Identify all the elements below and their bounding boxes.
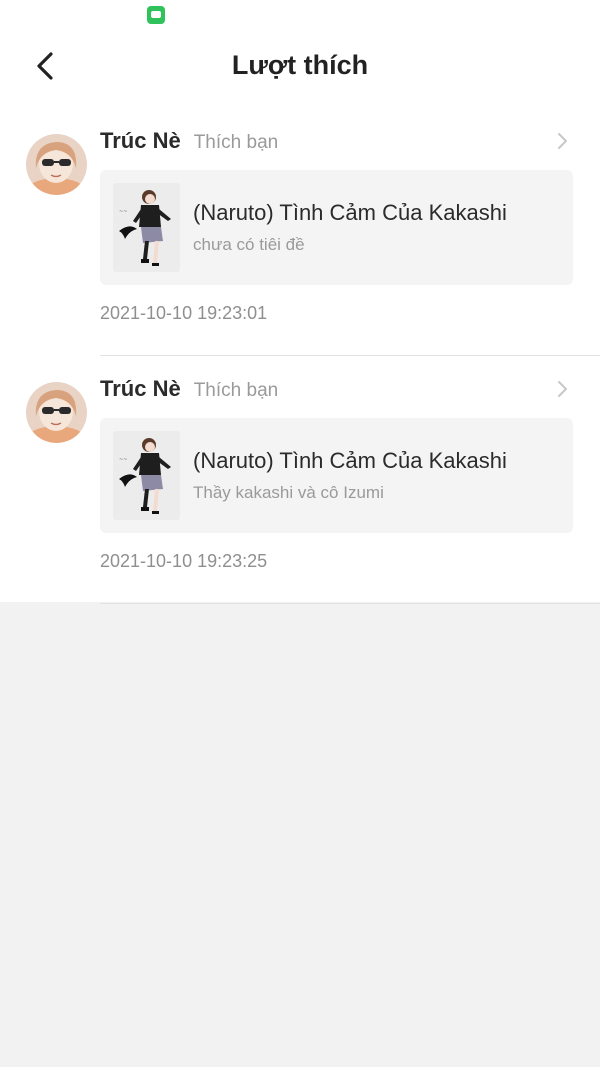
divider bbox=[100, 603, 600, 604]
status-bar bbox=[0, 0, 600, 30]
list-item[interactable]: Trúc Nè Thích bạn ~~ (Naruto) Tình Cảm C… bbox=[0, 356, 600, 604]
avatar[interactable] bbox=[26, 134, 87, 195]
post-thumbnail: ~~ bbox=[113, 431, 180, 520]
anime-illustration: ~~ bbox=[113, 183, 180, 272]
chevron-right-icon[interactable] bbox=[554, 378, 570, 400]
post-title: (Naruto) Tình Cảm Của Kakashi bbox=[193, 200, 507, 225]
post-title: (Naruto) Tình Cảm Của Kakashi bbox=[193, 448, 507, 473]
post-description: Thầy kakashi và cô Izumi bbox=[193, 483, 384, 502]
timestamp: 2021-10-10 19:23:25 bbox=[100, 551, 268, 571]
avatar-image bbox=[26, 134, 87, 195]
user-line: Trúc Nè Thích bạn bbox=[100, 128, 278, 158]
post-card[interactable]: ~~ (Naruto) Tình Cảm Của Kakashi Thầy ka… bbox=[100, 418, 573, 533]
user-name[interactable]: Trúc Nè bbox=[100, 376, 181, 402]
post-card[interactable]: ~~ (Naruto) Tình Cảm Của Kakashi chưa có… bbox=[100, 170, 573, 285]
action-text: Thích bạn bbox=[193, 132, 279, 153]
content-area: Lượt thích Trúc Nè Thích bạn ~~ (Naruto)… bbox=[0, 0, 600, 604]
action-text: Thích bạn bbox=[193, 380, 279, 401]
svg-text:~~: ~~ bbox=[119, 209, 127, 215]
chevron-right-icon[interactable] bbox=[554, 130, 570, 152]
avatar-image bbox=[26, 382, 87, 443]
header: Lượt thích bbox=[0, 36, 600, 98]
svg-text:~~: ~~ bbox=[119, 457, 127, 463]
anime-illustration: ~~ bbox=[113, 431, 180, 520]
like-list: Trúc Nè Thích bạn ~~ (Naruto) Tình Cảm C… bbox=[0, 108, 600, 604]
post-thumbnail: ~~ bbox=[113, 183, 180, 272]
page-title: Lượt thích bbox=[231, 50, 369, 80]
user-name[interactable]: Trúc Nè bbox=[100, 128, 181, 154]
list-item[interactable]: Trúc Nè Thích bạn ~~ (Naruto) Tình Cảm C… bbox=[0, 108, 600, 356]
avatar[interactable] bbox=[26, 382, 87, 443]
timestamp: 2021-10-10 19:23:01 bbox=[100, 303, 268, 323]
android-app-icon bbox=[147, 6, 165, 24]
user-line: Trúc Nè Thích bạn bbox=[100, 376, 278, 406]
post-description: chưa có tiêi đề bbox=[193, 235, 305, 254]
